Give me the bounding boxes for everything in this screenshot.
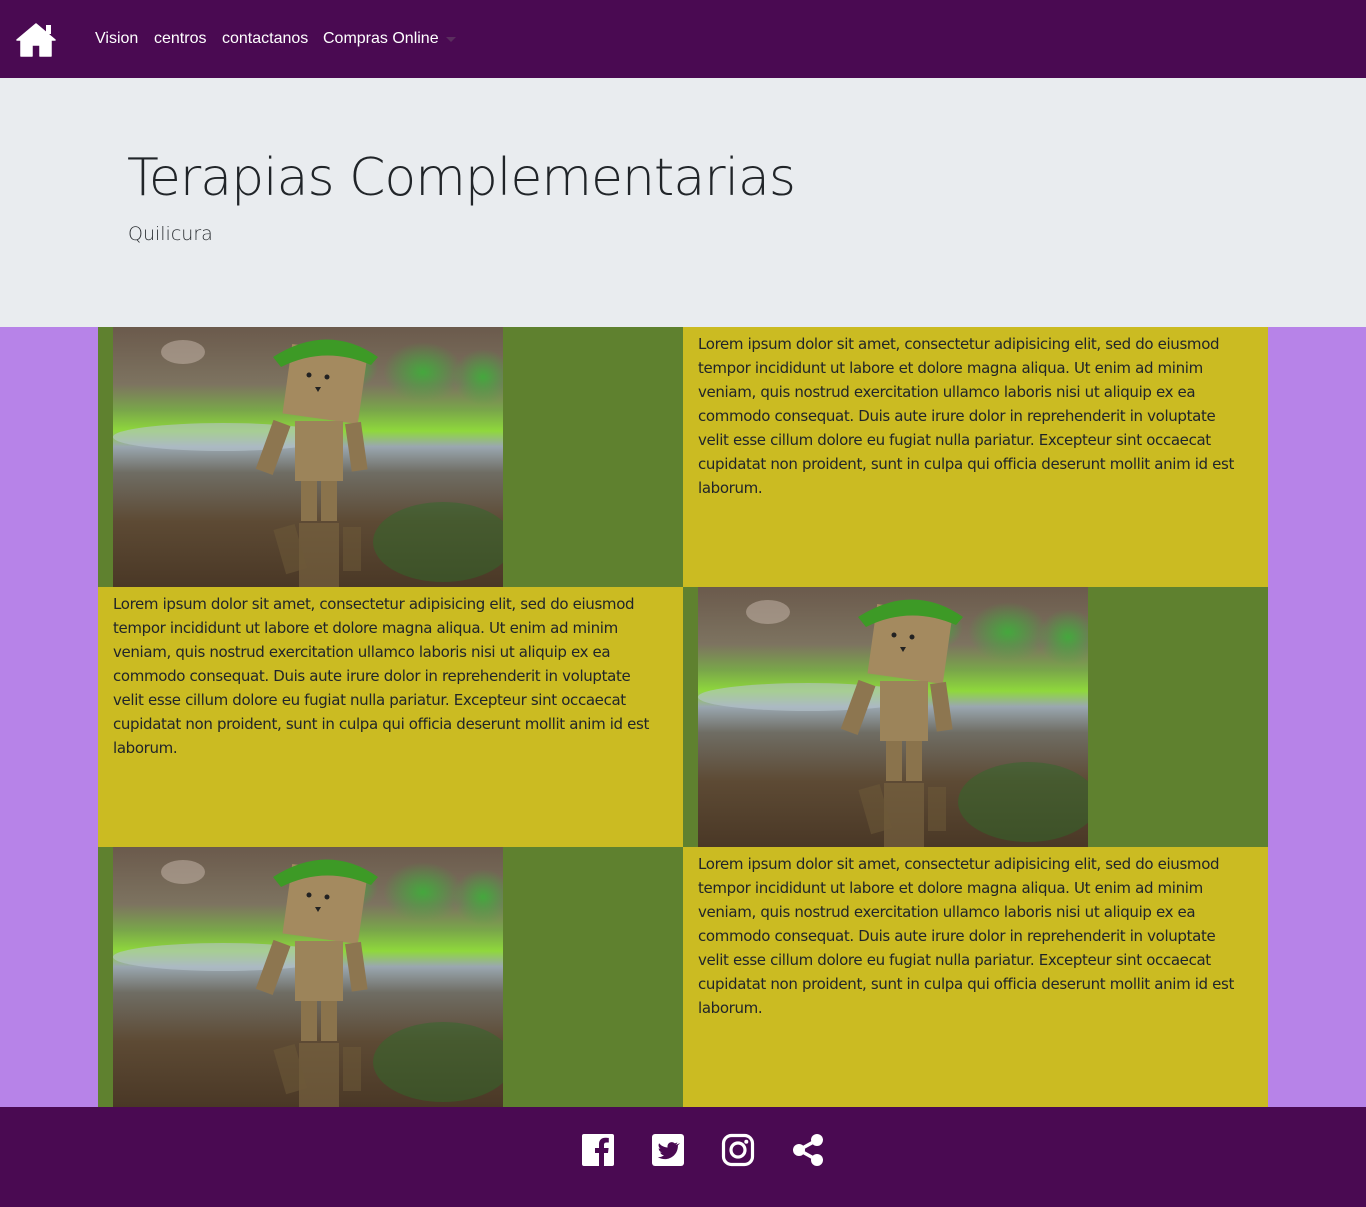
share-link[interactable] xyxy=(791,1133,825,1167)
share-icon xyxy=(793,1134,823,1166)
page-title: Terapias Complementarias xyxy=(127,148,796,208)
caret-down-icon[interactable] xyxy=(446,37,456,42)
jumbotron: Terapias Complementarias Quilicura xyxy=(0,78,1366,327)
facebook-icon xyxy=(582,1134,614,1166)
footer xyxy=(0,1107,1366,1207)
nav-dropdown-compras-online[interactable]: Compras Online xyxy=(323,29,439,49)
instagram-link[interactable] xyxy=(721,1133,755,1167)
image-cell xyxy=(683,587,1268,847)
nav-link-contactanos[interactable]: contactanos xyxy=(222,29,308,49)
image-cell xyxy=(98,327,683,587)
image-cell xyxy=(98,847,683,1107)
text-cell: Lorem ipsum dolor sit amet, consectetur … xyxy=(683,847,1268,1107)
home-icon xyxy=(16,23,56,57)
twitter-icon xyxy=(652,1134,684,1166)
instagram-icon xyxy=(721,1133,755,1167)
text-cell: Lorem ipsum dolor sit amet, consectetur … xyxy=(98,587,683,847)
page-subtitle: Quilicura xyxy=(128,223,213,245)
lorem-paragraph: Lorem ipsum dolor sit amet, consectetur … xyxy=(698,335,1235,497)
facebook-link[interactable] xyxy=(581,1133,615,1167)
twitter-link[interactable] xyxy=(651,1133,685,1167)
danbo-robot-leaf-photo xyxy=(113,327,503,587)
lorem-paragraph: Lorem ipsum dolor sit amet, consectetur … xyxy=(698,855,1235,1017)
lorem-paragraph: Lorem ipsum dolor sit amet, consectetur … xyxy=(113,595,650,757)
nav-link-vision[interactable]: Vision xyxy=(95,29,138,49)
text-cell: Lorem ipsum dolor sit amet, consectetur … xyxy=(683,327,1268,587)
navbar: Vision centros contactanos Compras Onlin… xyxy=(0,0,1366,78)
danbo-robot-leaf-photo xyxy=(698,587,1088,847)
nav-link-centros[interactable]: centros xyxy=(154,29,206,49)
danbo-robot-leaf-photo xyxy=(113,847,503,1107)
home-link[interactable] xyxy=(15,21,57,58)
